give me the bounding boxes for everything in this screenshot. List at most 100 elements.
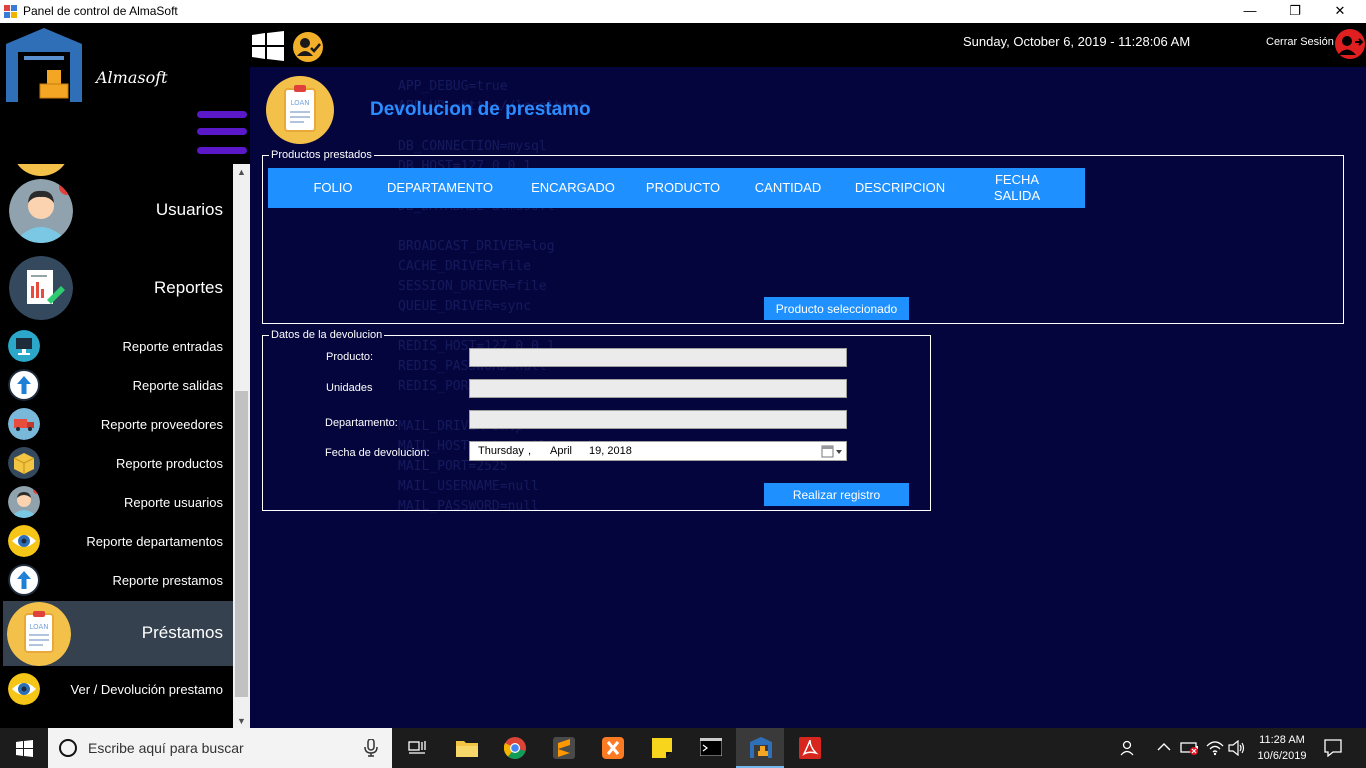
- minimize-button[interactable]: —: [1227, 0, 1273, 23]
- pdf-icon: [799, 737, 821, 759]
- wifi-icon[interactable]: [1206, 740, 1224, 756]
- xampp-icon: [602, 737, 624, 759]
- sidebar-vertical-scrollbar[interactable]: ▲ ▼: [233, 164, 250, 728]
- sidebar-item-usuarios[interactable]: Usuarios: [3, 176, 233, 246]
- loans-table-header: FOLIO DEPARTAMENTO ENCARGADO PRODUCTO CA…: [268, 168, 1085, 208]
- sidebar-item-reporte-proveedores[interactable]: Reporte proveedores: [3, 406, 233, 442]
- scroll-down-arrow-icon[interactable]: ▼: [233, 713, 250, 728]
- menu-toggle-bar[interactable]: [197, 111, 247, 118]
- sidebar-item-reporte-usuarios[interactable]: Reporte usuarios: [3, 484, 233, 520]
- user-icon: [8, 486, 40, 518]
- app-window: Panel de control de AlmaSoft — ❐ ✕ Sunda…: [0, 0, 1366, 728]
- clock-date: 10/6/2019: [1257, 750, 1307, 762]
- date-weekday: Thursday: [478, 445, 524, 457]
- menu-toggle-bar[interactable]: [197, 128, 247, 135]
- column-header-departamento[interactable]: DEPARTAMENTO: [378, 168, 502, 208]
- sidebar-item-label: Reporte salidas: [132, 378, 223, 393]
- arrow-up-icon: [8, 564, 40, 596]
- sublime-text-icon: [553, 737, 575, 759]
- loan-icon-text: LOAN: [290, 99, 309, 107]
- sidebar-item-reportes[interactable]: Reportes: [3, 254, 233, 320]
- start-windows-icon[interactable]: [16, 740, 33, 757]
- box-icon: [8, 447, 40, 479]
- microphone-icon[interactable]: [364, 739, 378, 757]
- user-check-icon[interactable]: [292, 31, 324, 63]
- date-separator: ,: [528, 445, 532, 457]
- page-title: Devolucion de prestamo: [370, 99, 591, 120]
- taskbar-app-sublime[interactable]: [540, 728, 588, 768]
- loan-icon: LOAN: [7, 602, 71, 666]
- sidebar-item-label: Reporte prestamos: [112, 573, 223, 588]
- scroll-up-arrow-icon[interactable]: ▲: [233, 164, 250, 181]
- taskbar-app-explorer[interactable]: [442, 728, 490, 768]
- scroll-thumb[interactable]: [235, 391, 248, 697]
- chrome-icon: [504, 737, 526, 759]
- return-date-label: Fecha de devolucion:: [325, 447, 430, 459]
- brand-name: Almasoft: [96, 68, 168, 87]
- windows-logo-icon[interactable]: [252, 31, 284, 61]
- selected-product-button[interactable]: Producto seleccionado: [764, 297, 909, 320]
- sidebar-item-reporte-entradas[interactable]: Reporte entradas: [3, 328, 233, 364]
- column-header-encargado[interactable]: ENCARGADO: [523, 168, 623, 208]
- sidebar-item-label: Ver / Devolución prestamo: [70, 682, 223, 697]
- taskbar-app-sticky-notes[interactable]: [638, 728, 686, 768]
- product-field[interactable]: [469, 348, 847, 367]
- sidebar-item-label: Reporte usuarios: [124, 495, 223, 510]
- sidebar-item-prestamos[interactable]: LOAN Préstamos: [3, 601, 233, 666]
- calendar-dropdown-icon[interactable]: [821, 445, 845, 458]
- sidebar-item-label: Reportes: [154, 278, 223, 297]
- report-icon: [9, 256, 73, 320]
- task-view-icon: [408, 741, 426, 754]
- taskbar-app-xampp[interactable]: [589, 728, 637, 768]
- date-day-year: 19, 2018: [589, 445, 632, 457]
- clock-time: 11:28 AM: [1259, 734, 1305, 746]
- taskbar: Escribe aquí para buscar 11:28 AM 10/6/2…: [0, 728, 1366, 768]
- taskbar-app-almasoft[interactable]: [736, 728, 784, 768]
- arrow-up-icon: [8, 369, 40, 401]
- task-view-button[interactable]: [392, 728, 440, 768]
- truck-icon: [8, 408, 40, 440]
- sidebar: Almasoft Usuarios Reportes Reporte entra…: [0, 23, 250, 728]
- taskbar-clock[interactable]: 11:28 AM 10/6/2019: [1256, 732, 1308, 764]
- column-header-producto[interactable]: PRODUCTO: [638, 168, 728, 208]
- app-icon: [4, 5, 17, 18]
- menu-toggle-bar[interactable]: [197, 147, 247, 154]
- logout-icon[interactable]: [1334, 28, 1366, 60]
- notifications-icon[interactable]: [1324, 739, 1342, 757]
- sidebar-item-reporte-salidas[interactable]: Reporte salidas: [3, 367, 233, 403]
- taskbar-app-chrome[interactable]: [491, 728, 539, 768]
- folder-icon: [456, 741, 478, 757]
- return-date-picker[interactable]: Thursday , April 19, 2018: [469, 441, 847, 461]
- logout-label[interactable]: Cerrar Sesión: [1266, 36, 1334, 48]
- date-month: April: [550, 445, 573, 457]
- volume-icon[interactable]: [1228, 740, 1246, 756]
- column-header-fecha-salida[interactable]: FECHA SALIDA: [984, 168, 1050, 208]
- people-icon[interactable]: [1120, 740, 1138, 756]
- sidebar-item-reporte-productos[interactable]: Reporte productos: [3, 445, 233, 481]
- taskbar-search-box[interactable]: Escribe aquí para buscar: [48, 728, 392, 768]
- eye-icon: [8, 673, 40, 705]
- datetime-label: Sunday, October 6, 2019 - 11:28:06 AM: [963, 34, 1191, 49]
- taskbar-app-terminal[interactable]: [687, 728, 735, 768]
- department-label: Departamento:: [325, 417, 398, 429]
- submit-return-button[interactable]: Realizar registro: [764, 483, 909, 506]
- sidebar-item-reporte-departamentos[interactable]: Reporte departamentos: [3, 523, 233, 559]
- maximize-button[interactable]: ❐: [1272, 0, 1318, 23]
- partial-menu-icon: [13, 164, 69, 176]
- column-header-folio[interactable]: FOLIO: [308, 168, 358, 208]
- sidebar-item-label: Préstamos: [141, 623, 223, 642]
- column-header-cantidad[interactable]: CANTIDAD: [746, 168, 830, 208]
- sidebar-menu: Usuarios Reportes Reporte entradas Repor…: [3, 164, 233, 712]
- sidebar-item-ver-devolucion[interactable]: Ver / Devolución prestamo: [3, 671, 233, 707]
- sidebar-item-reporte-prestamos[interactable]: Reporte prestamos: [3, 562, 233, 598]
- department-field[interactable]: [469, 410, 847, 429]
- column-header-descripcion[interactable]: DESCRIPCION: [846, 168, 954, 208]
- loan-icon: LOAN: [266, 76, 334, 144]
- units-field[interactable]: [469, 379, 847, 398]
- chevron-up-icon[interactable]: [1157, 742, 1171, 752]
- taskbar-app-acrobat[interactable]: [786, 728, 834, 768]
- search-placeholder: Escribe aquí para buscar: [88, 740, 244, 756]
- close-button[interactable]: ✕: [1317, 0, 1363, 23]
- battery-warning-icon[interactable]: [1180, 741, 1200, 755]
- user-avatar-icon: [9, 179, 73, 243]
